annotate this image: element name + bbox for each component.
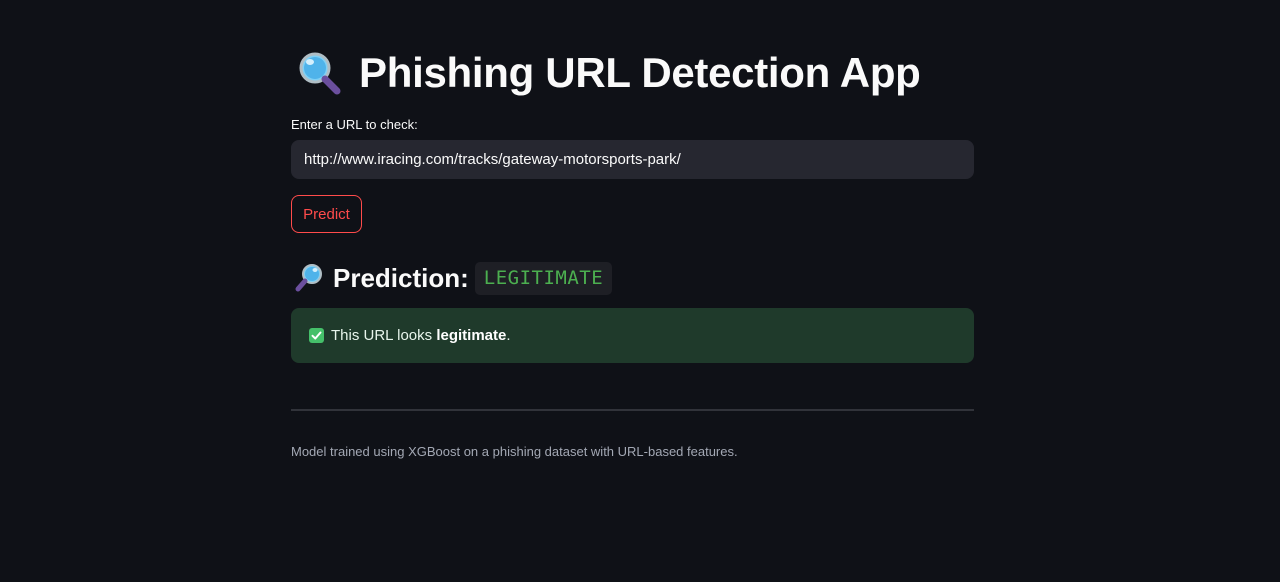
- success-alert: This URL looks legitimate.: [291, 308, 974, 363]
- success-message-emphasis: legitimate: [436, 327, 507, 344]
- url-input-label: Enter a URL to check:: [291, 117, 418, 132]
- prediction-value-badge: LEGITIMATE: [474, 261, 613, 295]
- divider: [291, 409, 974, 411]
- prediction-label: Prediction:: [333, 262, 469, 293]
- url-input[interactable]: [291, 140, 974, 179]
- success-message: This URL looks legitimate.: [331, 327, 511, 344]
- magnifying-glass-icon: [295, 49, 343, 97]
- page-title: Phishing URL Detection App: [359, 49, 921, 96]
- page-header: Phishing URL Detection App: [295, 46, 921, 100]
- predict-button[interactable]: Predict: [291, 195, 362, 233]
- footer-note: Model trained using XGBoost on a phishin…: [291, 444, 738, 459]
- prediction-heading: Prediction: LEGITIMATE: [294, 261, 613, 295]
- check-mark-icon: [309, 328, 324, 343]
- magnifying-glass-tilted-icon: [294, 263, 324, 293]
